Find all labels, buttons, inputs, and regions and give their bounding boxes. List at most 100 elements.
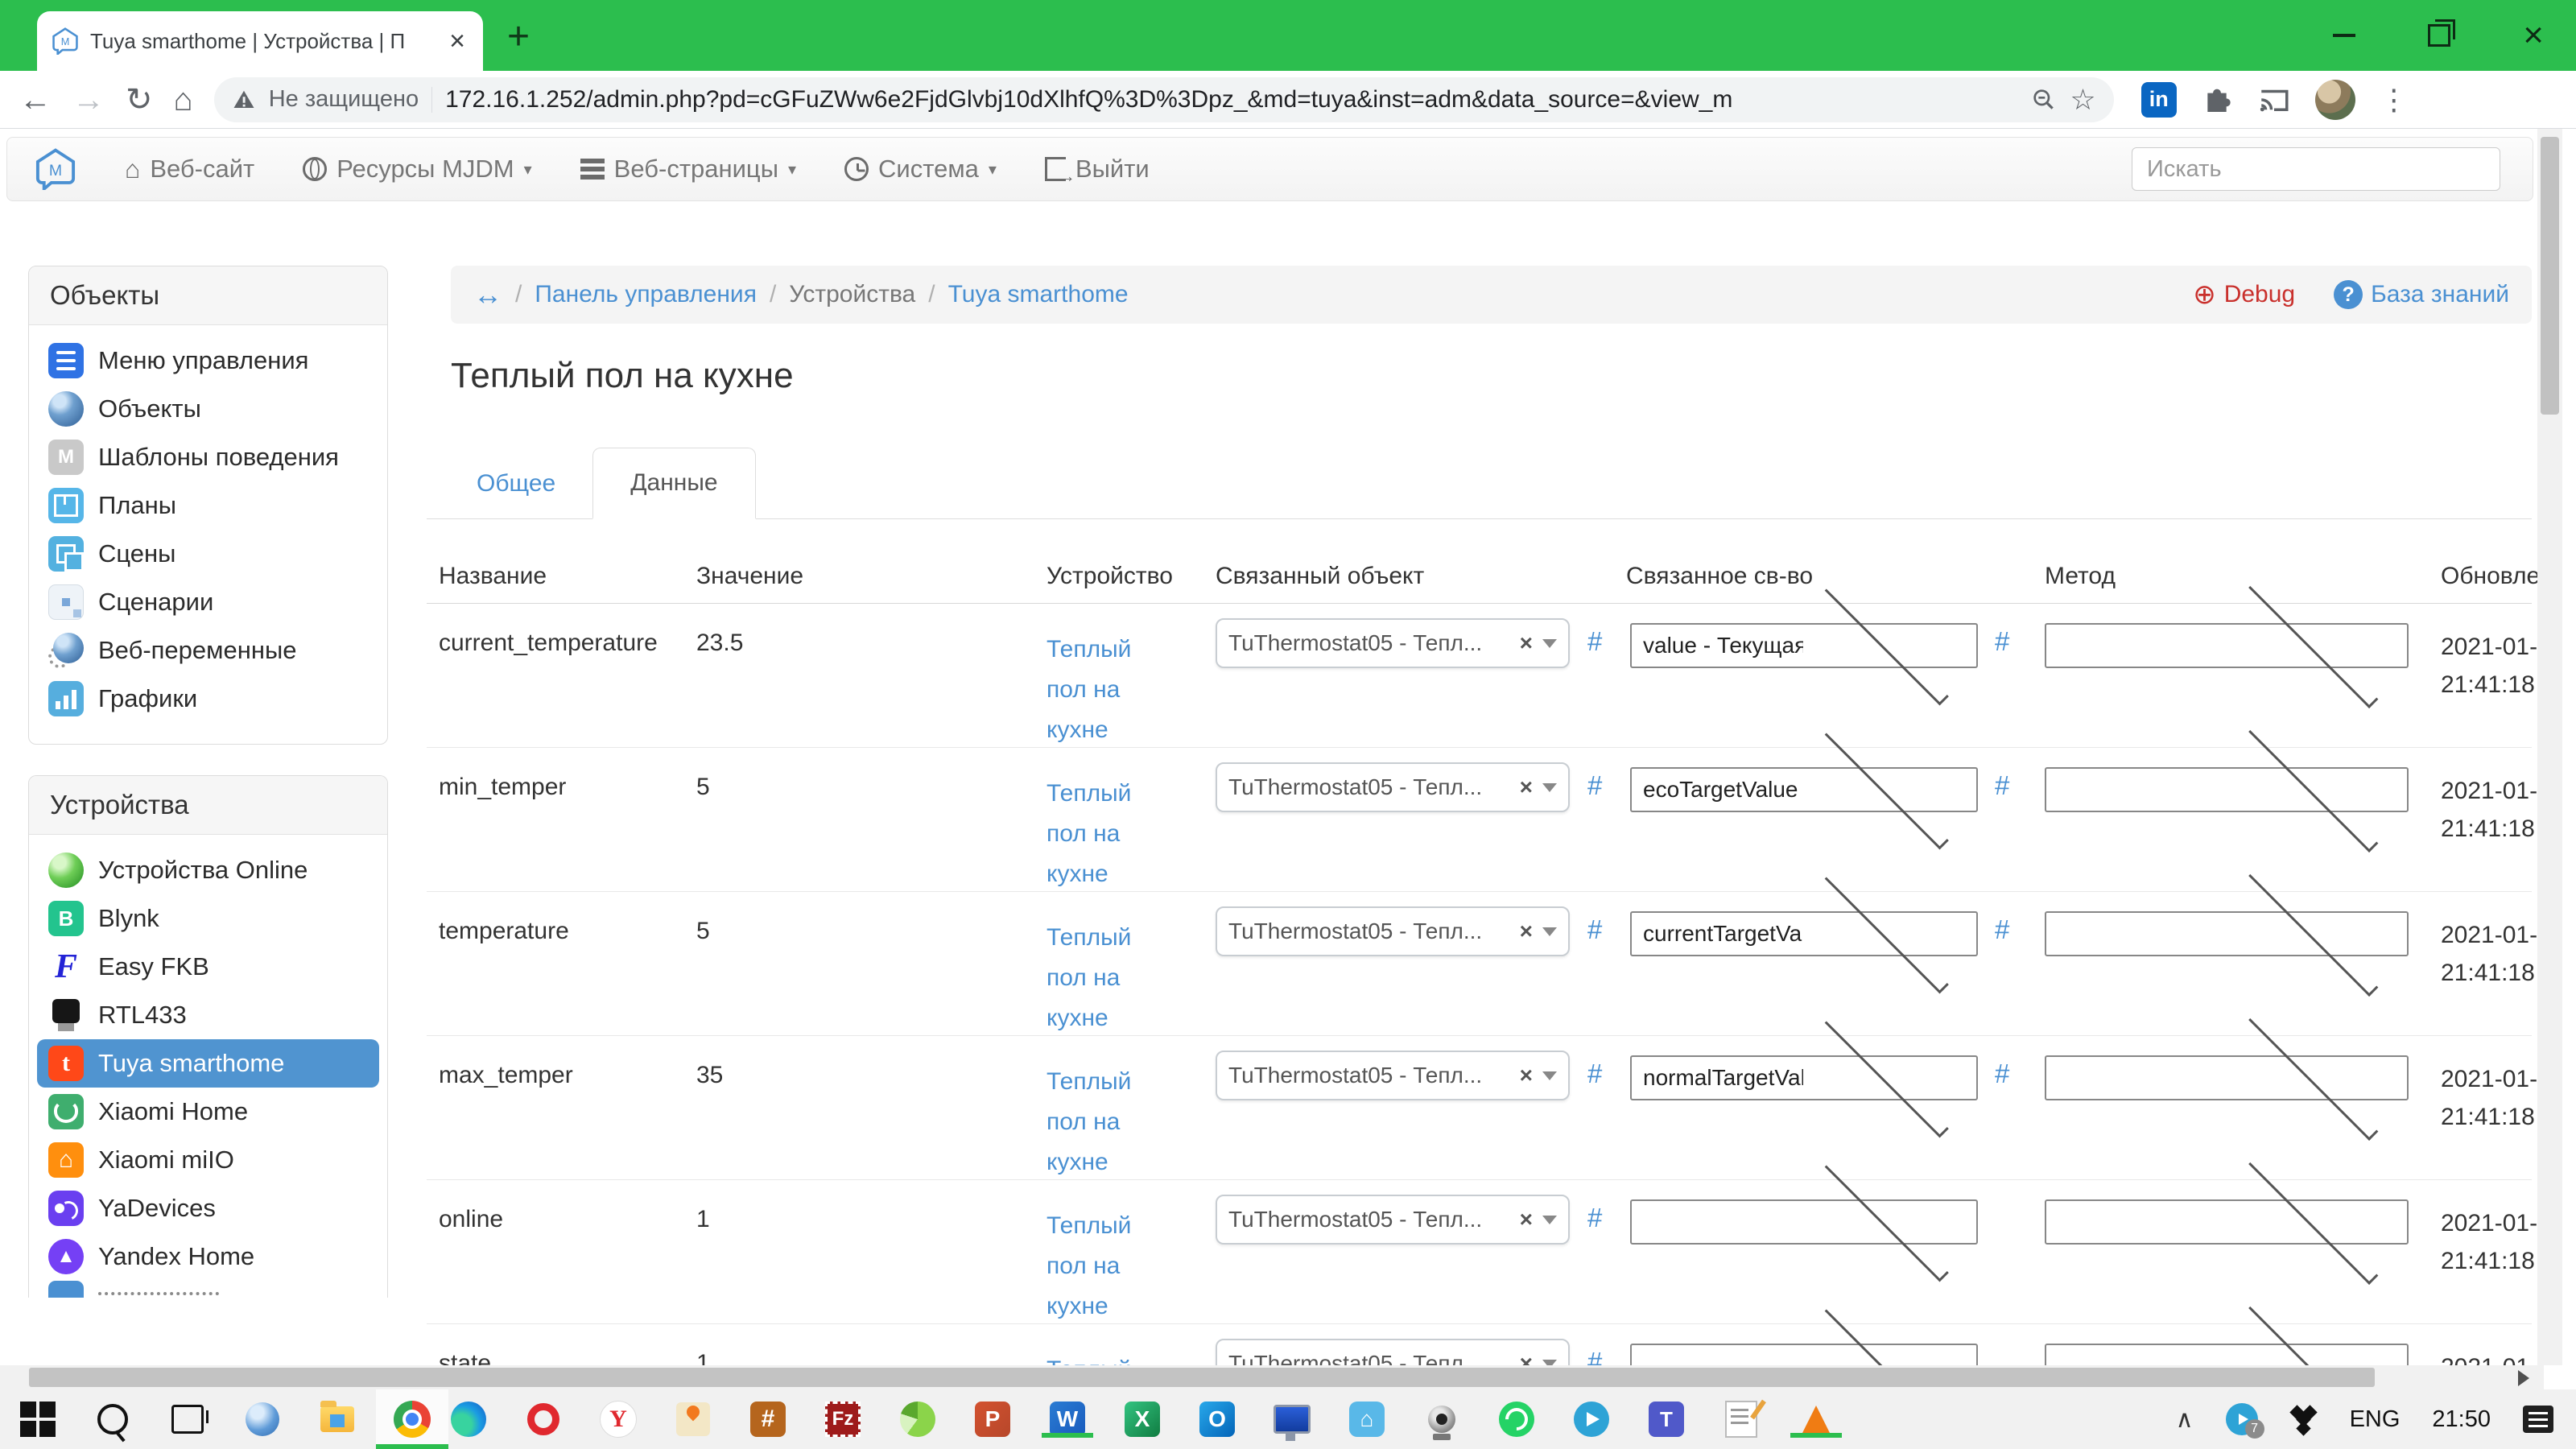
property-hash-link[interactable]: # bbox=[1995, 914, 2009, 945]
remove-icon[interactable]: × bbox=[1520, 774, 1533, 800]
remove-icon[interactable]: × bbox=[1520, 630, 1533, 656]
sidebar-item-rtl433[interactable]: RTL433 bbox=[29, 991, 387, 1039]
linked-object-select[interactable]: TuThermostat05 - Тепл... × bbox=[1216, 906, 1570, 956]
telegram-icon[interactable] bbox=[1573, 1401, 1610, 1438]
sidebar-item-charts[interactable]: Графики bbox=[29, 675, 387, 723]
method-select[interactable] bbox=[2045, 578, 2409, 708]
excel-icon[interactable]: X bbox=[1124, 1401, 1161, 1438]
sidebar-item-xiaomi-miio[interactable]: ⌂ Xiaomi miIO bbox=[29, 1136, 387, 1184]
cast-icon[interactable] bbox=[2257, 83, 2291, 117]
word-icon[interactable]: W bbox=[1042, 1401, 1093, 1438]
linked-object-select[interactable]: TuThermostat05 - Тепл... × bbox=[1216, 1195, 1570, 1245]
home-icon[interactable]: ⌂ bbox=[174, 84, 193, 116]
method-select[interactable] bbox=[2045, 722, 2409, 852]
device-link[interactable]: Теплый пол на кухне bbox=[1046, 1350, 1167, 1365]
breadcrumb-arrows-icon[interactable]: ↔ bbox=[473, 278, 502, 312]
back-icon[interactable]: ← bbox=[19, 84, 52, 116]
tray-chevron-icon[interactable]: ∧ bbox=[2176, 1406, 2194, 1434]
linked-property-select[interactable]: currentTargetValue - Целев bbox=[1630, 869, 1978, 994]
bookmark-star-icon[interactable]: ☆ bbox=[2070, 83, 2095, 117]
horizontal-scrollbar[interactable] bbox=[0, 1365, 2576, 1389]
linkedin-extension-icon[interactable]: in bbox=[2140, 81, 2177, 118]
object-hash-link[interactable]: # bbox=[1587, 1203, 1602, 1233]
sidebar-item-behavior-templates[interactable]: M Шаблоны поведения bbox=[29, 433, 387, 481]
linked-object-select[interactable]: TuThermostat05 - Тепл... × bbox=[1216, 1339, 1570, 1365]
smarthome-app-icon[interactable]: ⌂ bbox=[1348, 1401, 1385, 1438]
object-hash-link[interactable]: # bbox=[1587, 914, 1602, 945]
hash-app-icon[interactable]: # bbox=[749, 1401, 786, 1438]
sidebar-item-devices-online[interactable]: Устройства Online bbox=[29, 846, 387, 894]
property-hash-link[interactable]: # bbox=[1995, 770, 2009, 801]
nav-item-logout[interactable]: → Выйти bbox=[1044, 155, 1150, 186]
linked-property-select[interactable]: value - Текущая температу bbox=[1630, 581, 1978, 706]
remove-icon[interactable]: × bbox=[1520, 1351, 1533, 1365]
sidebar-item-scenes[interactable]: Сцены bbox=[29, 530, 387, 578]
vlc-icon[interactable] bbox=[1790, 1401, 1842, 1438]
log-notes-icon[interactable] bbox=[1723, 1401, 1760, 1438]
zoom-out-icon[interactable] bbox=[2031, 87, 2057, 113]
linked-property-select[interactable]: normalTargetValue - Обычн bbox=[1630, 1013, 1978, 1138]
nav-item-website[interactable]: ⌂ Веб-сайт bbox=[125, 155, 254, 184]
restore-icon[interactable] bbox=[2428, 19, 2456, 47]
linked-property-select[interactable]: ecoTargetValue - ECO целе bbox=[1630, 725, 1978, 850]
linked-object-select[interactable]: TuThermostat05 - Тепл... × bbox=[1216, 618, 1570, 668]
dropbox-tray-icon[interactable] bbox=[2289, 1405, 2318, 1436]
telegram-tray-icon[interactable]: 7 bbox=[2225, 1403, 2264, 1439]
nav-item-resources[interactable]: Ресурсы MJDM ▾ bbox=[303, 155, 532, 184]
notification-center-icon[interactable] bbox=[2523, 1406, 2553, 1433]
sidebar-item-plans[interactable]: Планы bbox=[29, 481, 387, 530]
device-link[interactable]: Теплый пол на кухне bbox=[1046, 1206, 1167, 1327]
url-text[interactable]: 172.16.1.252/admin.php?pd=cGFuZWw6e2FjdG… bbox=[445, 86, 2018, 114]
winbox-icon[interactable] bbox=[244, 1401, 281, 1438]
scroll-right-arrow[interactable] bbox=[2518, 1370, 2529, 1386]
sidebar-item-yandex-home[interactable]: ▲ Yandex Home bbox=[29, 1232, 387, 1281]
object-hash-link[interactable]: # bbox=[1587, 1347, 1602, 1365]
debug-button[interactable]: ⊕ Debug bbox=[2193, 279, 2295, 311]
sidebar-item-web-variables[interactable]: Веб-переменные bbox=[29, 626, 387, 675]
device-link[interactable]: Теплый пол на кухне bbox=[1046, 1062, 1167, 1183]
device-link[interactable]: Теплый пол на кухне bbox=[1046, 918, 1167, 1038]
reload-icon[interactable]: ↻ bbox=[126, 84, 153, 116]
method-select[interactable] bbox=[2045, 1010, 2409, 1141]
nav-item-webpages[interactable]: Веб-страницы ▾ bbox=[580, 155, 796, 184]
browser-tab[interactable]: M Tuya smarthome | Устройства | П × bbox=[37, 11, 483, 71]
yandex-browser-icon[interactable]: Y bbox=[600, 1401, 637, 1438]
sidebar-item-scenarios[interactable]: Сценарии bbox=[29, 578, 387, 626]
browser-menu-icon[interactable]: ⋮ bbox=[2380, 83, 2409, 117]
minimize-icon[interactable] bbox=[2333, 34, 2356, 37]
start-button-icon[interactable] bbox=[19, 1401, 56, 1438]
property-hash-link[interactable]: # bbox=[1995, 626, 2009, 657]
extensions-puzzle-icon[interactable] bbox=[2201, 84, 2233, 116]
remote-desktop-icon[interactable] bbox=[1274, 1401, 1311, 1441]
linked-object-select[interactable]: TuThermostat05 - Тепл... × bbox=[1216, 762, 1570, 812]
tab-close-icon[interactable]: × bbox=[446, 27, 469, 55]
knowledge-base-button[interactable]: ? База знаний bbox=[2334, 280, 2509, 309]
clock[interactable]: 21:50 bbox=[2432, 1406, 2491, 1433]
tab-general[interactable]: Общее bbox=[440, 449, 592, 518]
sidebar-item-control-menu[interactable]: Меню управления bbox=[29, 336, 387, 385]
new-tab-button[interactable]: + bbox=[507, 14, 530, 59]
outlook-icon[interactable]: O bbox=[1199, 1401, 1236, 1438]
nav-item-system[interactable]: Система ▾ bbox=[844, 155, 997, 184]
breadcrumb-tuya[interactable]: Tuya smarthome bbox=[948, 281, 1129, 308]
remove-icon[interactable]: × bbox=[1520, 919, 1533, 944]
close-icon[interactable]: × bbox=[2523, 18, 2544, 53]
vertical-scrollbar[interactable] bbox=[2537, 129, 2562, 1365]
sidebar-item-partial[interactable] bbox=[29, 1281, 387, 1298]
search-input[interactable] bbox=[2132, 147, 2500, 191]
breadcrumb-control-panel[interactable]: Панель управления bbox=[535, 281, 757, 308]
vertical-scrollbar-thumb[interactable] bbox=[2541, 137, 2559, 415]
remove-icon[interactable]: × bbox=[1520, 1063, 1533, 1088]
task-view-icon[interactable] bbox=[169, 1401, 208, 1438]
webcam-icon[interactable] bbox=[1423, 1401, 1460, 1440]
profile-avatar[interactable] bbox=[2314, 79, 2355, 120]
whatsapp-icon[interactable] bbox=[1498, 1401, 1535, 1438]
language-indicator[interactable]: ENG bbox=[2350, 1406, 2401, 1433]
method-select[interactable] bbox=[2045, 866, 2409, 997]
horizontal-scrollbar-thumb[interactable] bbox=[29, 1368, 2375, 1387]
property-hash-link[interactable]: # bbox=[1995, 1059, 2009, 1089]
sidebar-item-yadevices[interactable]: YaDevices bbox=[29, 1184, 387, 1232]
linked-object-select[interactable]: TuThermostat05 - Тепл... × bbox=[1216, 1051, 1570, 1100]
powerpoint-icon[interactable]: P bbox=[974, 1401, 1011, 1438]
method-select[interactable] bbox=[2045, 1298, 2409, 1365]
